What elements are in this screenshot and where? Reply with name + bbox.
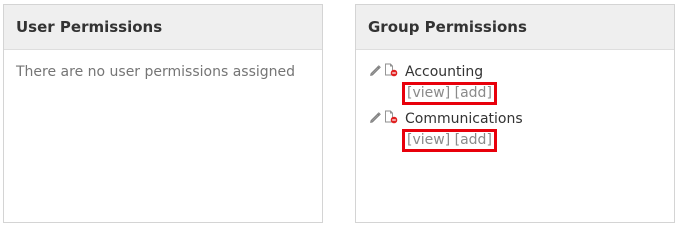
pencil-icon[interactable] <box>369 111 382 124</box>
pencil-icon[interactable] <box>369 64 382 77</box>
add-link[interactable]: [add] <box>455 85 492 101</box>
user-permissions-header: User Permissions <box>4 5 322 50</box>
group-actions-communications: [view] [add] <box>402 129 497 152</box>
group-permission-list: Accounting [view] [add] Communications [… <box>369 62 523 156</box>
group-permissions-header: Group Permissions <box>356 5 674 50</box>
add-link[interactable]: [add] <box>455 132 492 148</box>
group-permission-text: Communications [view] [add] <box>402 109 523 152</box>
group-name-accounting: Accounting <box>405 64 484 80</box>
user-permissions-title: User Permissions <box>16 18 163 36</box>
group-name-communications: Communications <box>405 111 523 127</box>
group-permission-item-accounting: Accounting [view] [add] <box>369 62 523 105</box>
empty-permissions-message: There are no user permissions assigned <box>16 64 296 80</box>
group-item-icons <box>369 109 405 124</box>
group-permission-text: Accounting [view] [add] <box>402 62 497 105</box>
view-link[interactable]: [view] <box>407 85 450 101</box>
delete-document-icon[interactable] <box>384 110 398 124</box>
view-link[interactable]: [view] <box>407 132 450 148</box>
group-permissions-title: Group Permissions <box>368 18 527 36</box>
group-item-icons <box>369 62 405 77</box>
group-actions-accounting: [view] [add] <box>402 82 497 105</box>
group-permission-item-communications: Communications [view] [add] <box>369 109 523 152</box>
user-permissions-panel: User Permissions There are no user permi… <box>3 4 323 223</box>
group-permissions-panel: Group Permissions Accounting [view] [add… <box>355 4 675 223</box>
delete-document-icon[interactable] <box>384 63 398 77</box>
